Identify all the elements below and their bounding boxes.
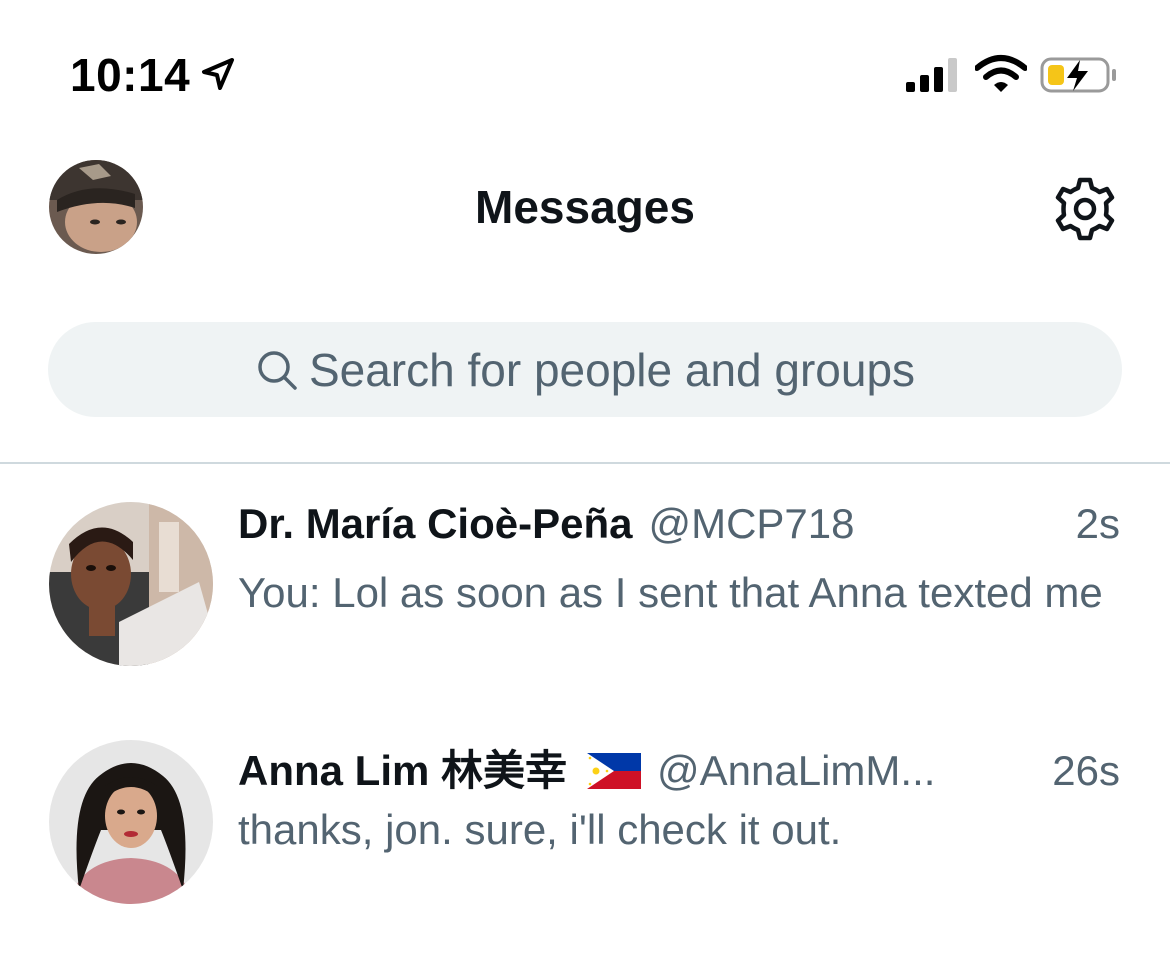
search-placeholder: Search for people and groups (308, 343, 916, 396)
message-preview: thanks, jon. sure, i'll check it out. (238, 806, 842, 853)
battery-charging-icon (1040, 57, 1116, 93)
sender-name: Anna Lim 林美幸 (238, 747, 568, 794)
sender-handle: @AnnaLimM... (657, 747, 936, 794)
search-icon (258, 350, 297, 390)
status-bar: 10:14 (0, 0, 1170, 150)
avatar[interactable] (49, 502, 213, 666)
search-bar[interactable]: Search for people and groups (48, 322, 1122, 417)
sender-name: Dr. María Cioè-Peña (238, 500, 633, 547)
conversation-item[interactable]: Dr. María Cioè-Peña @MCP718 2s You: Lol … (0, 500, 1170, 680)
philippines-flag-icon (587, 753, 642, 789)
gear-icon[interactable] (1052, 176, 1118, 242)
page-title: Messages (475, 181, 695, 233)
status-time: 10:14 (70, 49, 191, 101)
sender-handle: @MCP718 (648, 500, 855, 547)
divider (0, 462, 1170, 464)
timestamp: 2s (1075, 500, 1120, 547)
message-preview: You: Lol as soon as I sent that Anna tex… (238, 569, 1103, 616)
conversation-content: Anna Lim 林美幸 @AnnaLimM... 26s thanks, jo… (238, 737, 1120, 860)
conversation-item[interactable]: Anna Lim 林美幸 @AnnaLimM... 26s thanks, jo… (0, 737, 1170, 907)
location-arrow-icon (202, 58, 234, 90)
conversation-content: Dr. María Cioè-Peña @MCP718 2s You: Lol … (238, 500, 1120, 623)
wifi-icon (975, 55, 1027, 92)
timestamp: 26s (1052, 747, 1120, 794)
avatar[interactable] (49, 740, 213, 904)
cellular-signal-icon (906, 58, 957, 92)
